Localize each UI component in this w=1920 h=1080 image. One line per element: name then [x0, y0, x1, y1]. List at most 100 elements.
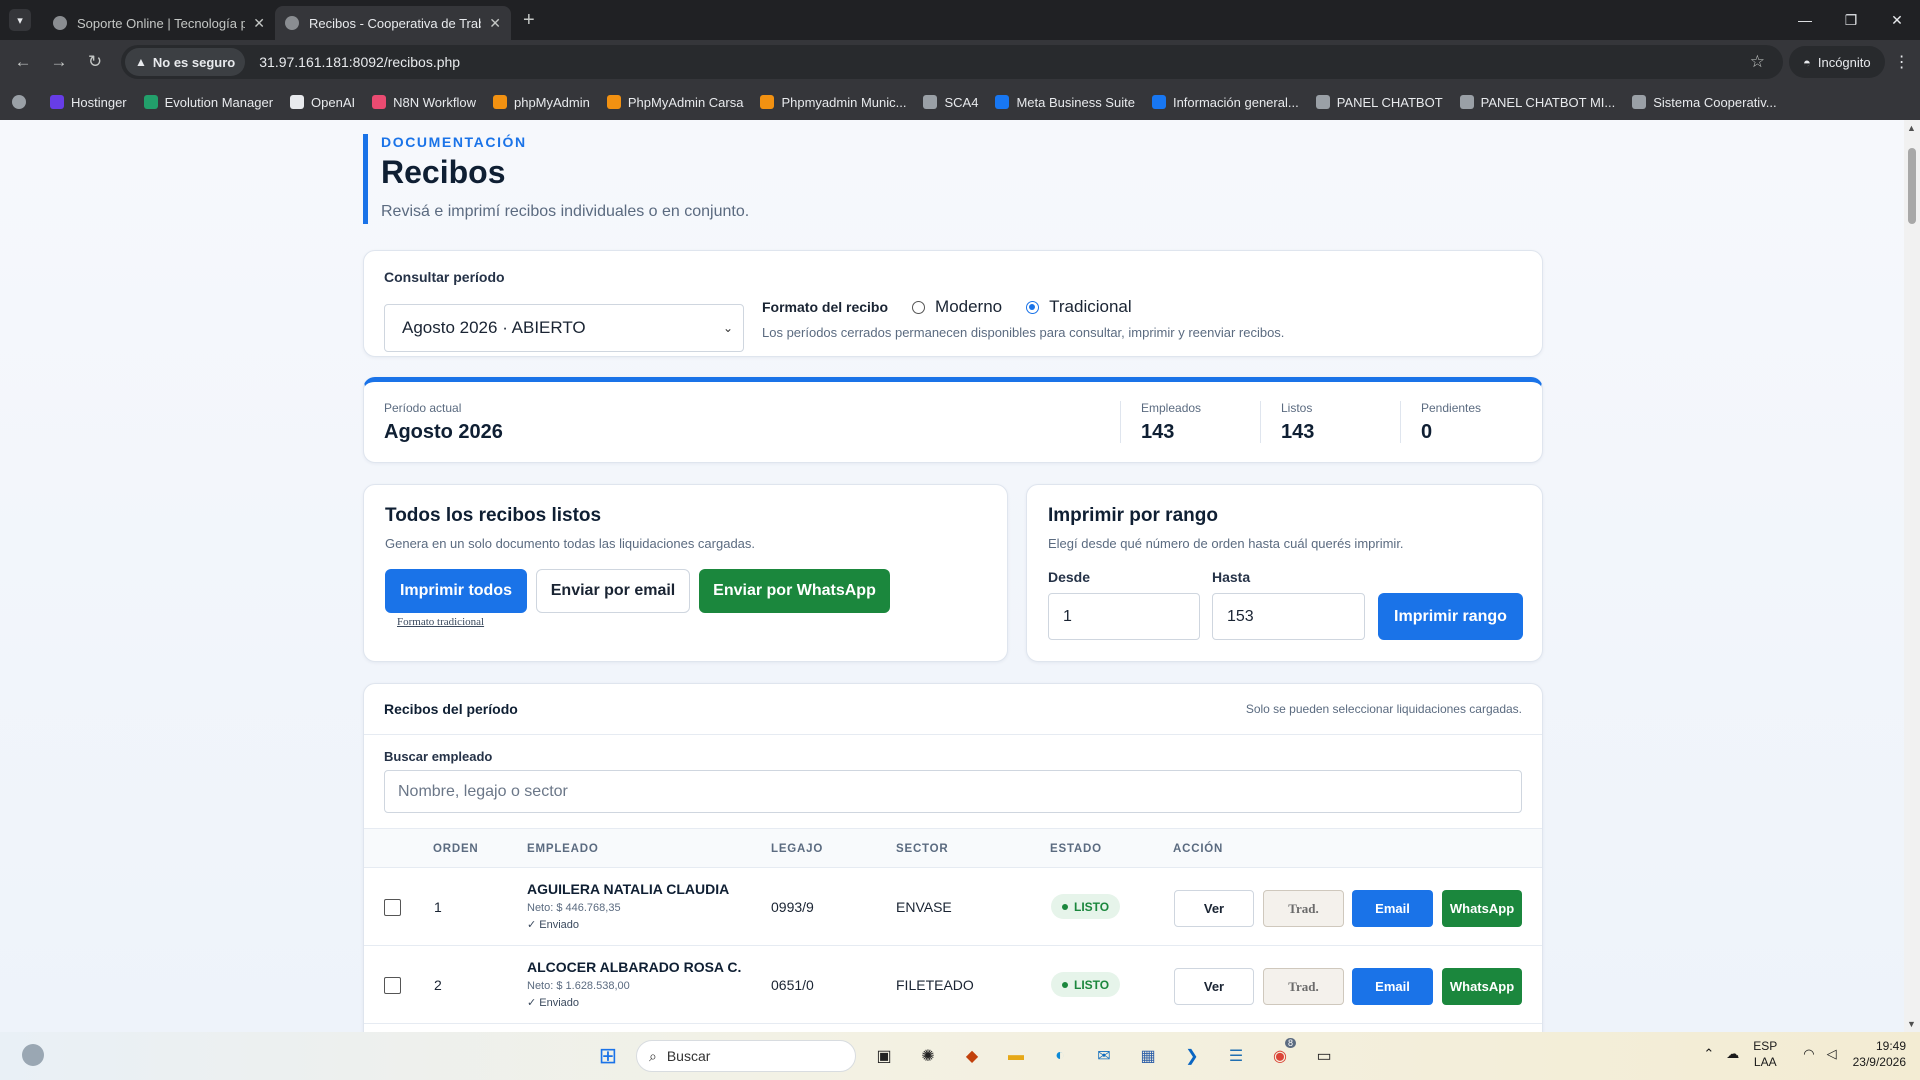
bookmark-item[interactable]: phpMyAdmin — [492, 95, 590, 110]
period-card: Consultar período Agosto 2026 · ABIERTO … — [363, 250, 1543, 357]
employee-neto: Neto: $ 1.628.538,00 — [527, 980, 630, 992]
reload-icon[interactable]: ↻ — [77, 52, 113, 72]
minimize-icon[interactable]: — — [1782, 0, 1828, 40]
bookmark-favicon-icon — [372, 95, 387, 109]
omnibox[interactable]: ▲ No es seguro 31.97.161.181:8092/recibo… — [121, 45, 1783, 79]
terminal-icon[interactable]: ▭ — [1308, 1040, 1340, 1072]
hasta-input[interactable]: 153 — [1212, 593, 1365, 640]
windows-start-icon[interactable]: ⊞ — [592, 1040, 624, 1072]
bookmark-item[interactable]: Sistema Cooperativ... — [1632, 95, 1777, 110]
clock[interactable]: 19:49 23/9/2026 — [1853, 1038, 1906, 1070]
row-checkbox[interactable] — [384, 977, 401, 994]
bookmark-item[interactable]: N8N Workflow — [372, 95, 476, 110]
forward-icon[interactable]: → — [41, 52, 77, 72]
task-view-icon[interactable]: ▣ — [868, 1040, 900, 1072]
row-checkbox[interactable] — [384, 899, 401, 916]
file-explorer-icon[interactable]: ▬ — [1000, 1040, 1032, 1072]
period-select[interactable]: Agosto 2026 · ABIERTO ⌄ — [384, 304, 744, 352]
view-button[interactable]: Ver — [1174, 890, 1254, 927]
bookmark-favicon-icon — [492, 95, 507, 109]
view-button[interactable]: Ver — [1174, 968, 1254, 1005]
status-dot — [1062, 903, 1068, 910]
send-email-button[interactable]: Enviar por email — [536, 569, 690, 613]
incognito-badge[interactable]: ◓ Incógnito — [1789, 46, 1885, 78]
taskbar-search-label: Buscar — [666, 1048, 711, 1064]
scroll-down-icon[interactable]: ▼ — [1907, 1019, 1916, 1029]
chevron-up-icon[interactable]: ⌃ — [1703, 1046, 1714, 1062]
back-icon[interactable]: ← — [5, 52, 41, 72]
print-all-button[interactable]: Imprimir todos — [385, 569, 527, 613]
volume-icon[interactable]: ◁ — [1827, 1046, 1837, 1062]
bookmark-item[interactable]: PANEL CHATBOT — [1315, 95, 1443, 110]
bookmark-favicon-icon — [50, 95, 64, 109]
chatgpt-icon[interactable]: ✺ — [912, 1040, 944, 1072]
scrollbar-thumb[interactable] — [1908, 148, 1916, 224]
new-tab-button[interactable]: + — [523, 9, 535, 32]
vscode-icon[interactable]: ❯ — [1176, 1040, 1208, 1072]
bookmark-item[interactable]: SCA4 — [923, 95, 978, 110]
email-button[interactable]: Email — [1352, 968, 1433, 1005]
close-tab-icon[interactable]: ✕ — [489, 15, 501, 32]
bookmark-item[interactable]: Meta Business Suite — [995, 95, 1135, 110]
edge-icon[interactable]: ◐ — [1044, 1040, 1076, 1072]
bookmark-item[interactable]: Phpmyadmin Munic... — [760, 95, 906, 110]
search-input[interactable]: Nombre, legajo o sector — [384, 770, 1522, 813]
tab-soporte[interactable]: Soporte Online | Tecnología para ✕ — [43, 6, 275, 40]
bookmark-item[interactable]: PhpMyAdmin Carsa — [606, 95, 743, 110]
trad-button[interactable]: Trad. — [1263, 968, 1344, 1005]
bookmark-star-icon[interactable]: ☆ — [1750, 52, 1765, 72]
incognito-label: Incógnito — [1817, 54, 1871, 70]
send-whatsapp-button[interactable]: Enviar por WhatsApp — [699, 569, 890, 613]
scroll-up-icon[interactable]: ▲ — [1907, 123, 1916, 133]
print-range-title: Imprimir por rango — [1048, 505, 1218, 526]
close-window-icon[interactable]: ✕ — [1874, 0, 1920, 40]
col-legajo: LEGAJO — [771, 843, 824, 855]
security-chip[interactable]: ▲ No es seguro — [125, 48, 246, 76]
bookmark-item[interactable]: OpenAI — [290, 95, 355, 110]
desde-input[interactable]: 1 — [1048, 593, 1200, 640]
status-text: LISTO — [1074, 977, 1110, 992]
empleados-label: Empleados — [1141, 401, 1202, 415]
whatsapp-button[interactable]: WhatsApp — [1442, 890, 1522, 927]
radio-tradicional[interactable] — [1026, 300, 1040, 314]
notepad-icon[interactable]: ☰ — [1220, 1040, 1252, 1072]
print-range-button[interactable]: Imprimir rango — [1378, 593, 1523, 640]
whatsapp-button[interactable]: WhatsApp — [1442, 968, 1522, 1005]
m365-icon[interactable]: ◆ — [956, 1040, 988, 1072]
email-button[interactable]: Email — [1352, 890, 1433, 927]
language-indicator[interactable]: ESP LAA — [1753, 1038, 1777, 1070]
restore-icon[interactable]: ❐ — [1828, 0, 1874, 40]
chrome-icon[interactable]: ◉ 8 — [1264, 1038, 1296, 1072]
empleados-stat: Empleados 143 — [1120, 401, 1201, 443]
store-icon[interactable]: ▦ — [1132, 1040, 1164, 1072]
url-text[interactable]: 31.97.161.181:8092/recibos.php — [259, 54, 460, 70]
widgets-icon[interactable] — [22, 1044, 44, 1066]
tab-search-button[interactable]: ▾ — [9, 9, 31, 31]
taskbar-search[interactable]: ⌕ Buscar — [636, 1040, 856, 1072]
close-tab-icon[interactable]: ✕ — [253, 15, 265, 32]
current-period-value: Agosto 2026 — [384, 421, 503, 443]
option-label: Tradicional — [1049, 297, 1132, 316]
system-tray: ⌃ ☁ ESP LAA ◠ ◁ 19:49 23/9/2026 — [1691, 1038, 1906, 1070]
apps-icon[interactable] — [12, 95, 33, 109]
bookmark-label: SCA4 — [944, 94, 979, 110]
bookmark-item[interactable]: Hostinger — [50, 95, 127, 110]
bookmark-item[interactable]: PANEL CHATBOT MI... — [1459, 95, 1615, 110]
wifi-icon[interactable]: ◠ — [1803, 1046, 1814, 1062]
format-link[interactable]: Formato tradicional — [397, 616, 484, 628]
onedrive-icon[interactable]: ☁ — [1726, 1046, 1739, 1062]
windows-taskbar: ⊞ ⌕ Buscar ▣ ✺ ◆ ▬ ◐ ✉ ▦ ❯ ☰ ◉ 8 ▭ ⌃ ☁ ES… — [0, 1032, 1920, 1080]
format-option-moderno[interactable]: Moderno — [912, 297, 1002, 317]
page-scrollbar[interactable]: ▲ ▼ — [1904, 120, 1920, 1032]
tab-recibos[interactable]: Recibos - Cooperativa de Trabajo ✕ — [275, 6, 511, 40]
status-badge: LISTO — [1051, 972, 1121, 997]
bookmark-item[interactable]: Evolution Manager — [143, 95, 273, 110]
bookmark-item[interactable]: Información general... — [1151, 94, 1299, 110]
radio-moderno[interactable] — [912, 300, 926, 314]
outlook-icon[interactable]: ✉ — [1088, 1040, 1120, 1072]
search-icon: ⌕ — [649, 1047, 657, 1064]
bookmark-label: Información general... — [1172, 94, 1299, 110]
trad-button[interactable]: Trad. — [1263, 890, 1344, 927]
format-option-tradicional[interactable]: Tradicional — [1026, 297, 1132, 317]
menu-icon[interactable]: ⋮ — [1885, 52, 1919, 72]
